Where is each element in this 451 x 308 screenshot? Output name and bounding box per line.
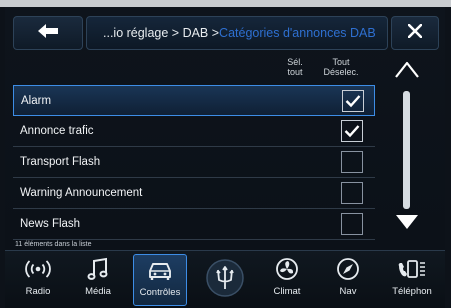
climate-fan-icon	[274, 254, 300, 284]
triangle-up-outline-icon	[395, 61, 419, 78]
breadcrumb-current: Catégories d'annonces DAB	[219, 26, 376, 40]
alarm-checkbox[interactable]	[342, 90, 364, 112]
scroll-thumb[interactable]	[403, 91, 410, 209]
list-item-warning-announcement[interactable]: Warning Announcement	[13, 178, 375, 209]
list-item-alarm[interactable]: Alarm	[13, 85, 375, 116]
nav-climate-label: Climat	[273, 286, 301, 297]
back-arrow-icon	[36, 23, 60, 44]
warning-announcement-checkbox[interactable]	[341, 182, 363, 204]
select-all-button[interactable]: Sél. tout	[272, 57, 318, 77]
nav-navigation-label: Nav	[339, 286, 357, 297]
list-item-annonce-trafic[interactable]: Annonce trafic	[13, 116, 375, 147]
list-item-label: News Flash	[20, 218, 81, 230]
deselect-all-button[interactable]: Tout Déselec.	[318, 57, 364, 77]
list-item-label: Transport Flash	[20, 156, 101, 168]
scroll-down-button[interactable]	[383, 209, 431, 235]
nav-phone[interactable]: Téléphon	[383, 254, 441, 306]
phone-icon	[397, 254, 427, 284]
nav-radio-label: Radio	[25, 286, 51, 297]
nav-media[interactable]: Média	[71, 254, 125, 306]
back-button[interactable]	[13, 16, 83, 50]
nav-media-label: Média	[85, 286, 111, 297]
checkmark-icon	[345, 95, 361, 108]
bottom-nav-bar: Radio Média Contrôles Climat Nav Télépho…	[5, 250, 445, 308]
annonce-trafic-checkbox[interactable]	[341, 120, 363, 142]
compass-icon	[335, 254, 361, 284]
select-all-label: Sél. tout	[287, 57, 303, 77]
car-icon	[146, 255, 174, 285]
nav-controls[interactable]: Contrôles	[133, 254, 187, 306]
infotainment-screen: ...io réglage > DAB > Catégories d'annon…	[5, 7, 445, 308]
scrollbar[interactable]	[383, 57, 431, 237]
trident-logo-icon	[205, 254, 245, 302]
list-item-label: Annonce trafic	[20, 125, 94, 137]
screen-bezel	[0, 0, 451, 7]
announcement-list: Alarm Annonce trafic Transport Flash War…	[13, 85, 375, 240]
nav-navigation[interactable]: Nav	[321, 254, 375, 306]
nav-radio[interactable]: Radio	[11, 254, 65, 306]
checkmark-icon	[344, 125, 360, 138]
radio-icon	[24, 254, 52, 284]
transport-flash-checkbox[interactable]	[341, 151, 363, 173]
nav-controls-label: Contrôles	[139, 287, 181, 298]
nav-climate[interactable]: Climat	[260, 254, 314, 306]
breadcrumb-path: ...io réglage > DAB >	[103, 26, 220, 40]
nav-phone-label: Téléphon	[392, 286, 432, 297]
nav-home-logo[interactable]	[198, 254, 252, 306]
news-flash-checkbox[interactable]	[341, 213, 363, 235]
list-item-news-flash[interactable]: News Flash	[13, 209, 375, 240]
list-item-count: 11 éléments dans la liste	[15, 241, 92, 248]
close-button[interactable]	[391, 16, 439, 50]
close-icon	[407, 23, 423, 43]
breadcrumb: ...io réglage > DAB > Catégories d'annon…	[86, 16, 388, 50]
list-item-label: Warning Announcement	[20, 187, 143, 199]
scroll-track[interactable]	[403, 91, 410, 209]
deselect-all-label: Tout Déselec.	[323, 57, 359, 77]
music-note-icon	[87, 254, 109, 284]
header-bar: ...io réglage > DAB > Catégories d'annon…	[13, 16, 439, 50]
list-item-transport-flash[interactable]: Transport Flash	[13, 147, 375, 178]
triangle-down-icon	[396, 215, 418, 229]
list-item-label: Alarm	[21, 94, 52, 107]
scroll-up-button[interactable]	[383, 57, 431, 83]
